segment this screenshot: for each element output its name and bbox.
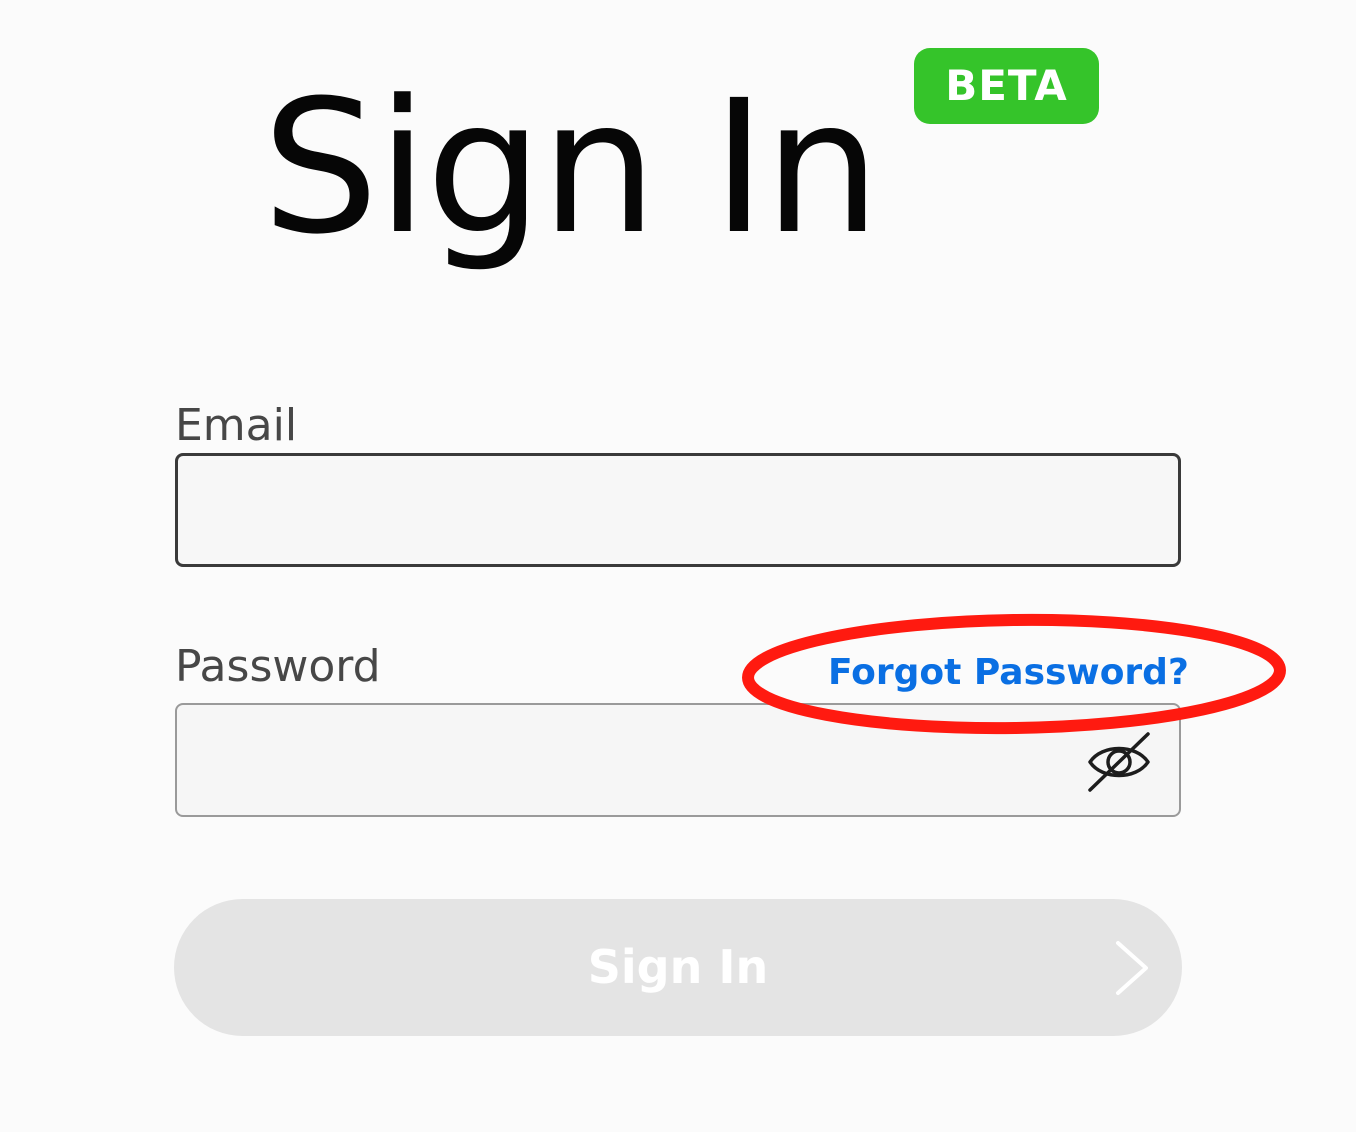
password-label: Password (175, 641, 381, 692)
sign-in-button-label: Sign In (587, 940, 769, 994)
beta-badge: BETA (914, 48, 1099, 124)
page-title: Sign In (262, 61, 881, 275)
chevron-right-icon (1116, 941, 1148, 995)
sign-in-button[interactable]: Sign In (174, 899, 1182, 1036)
email-label: Email (175, 400, 298, 451)
password-input[interactable] (175, 703, 1181, 817)
forgot-password-link[interactable]: Forgot Password? (828, 648, 1189, 698)
eye-off-icon[interactable] (1086, 730, 1152, 792)
email-input[interactable] (175, 453, 1181, 567)
sign-in-page: Sign In BETA Email Password Forgot Passw… (0, 0, 1356, 1132)
